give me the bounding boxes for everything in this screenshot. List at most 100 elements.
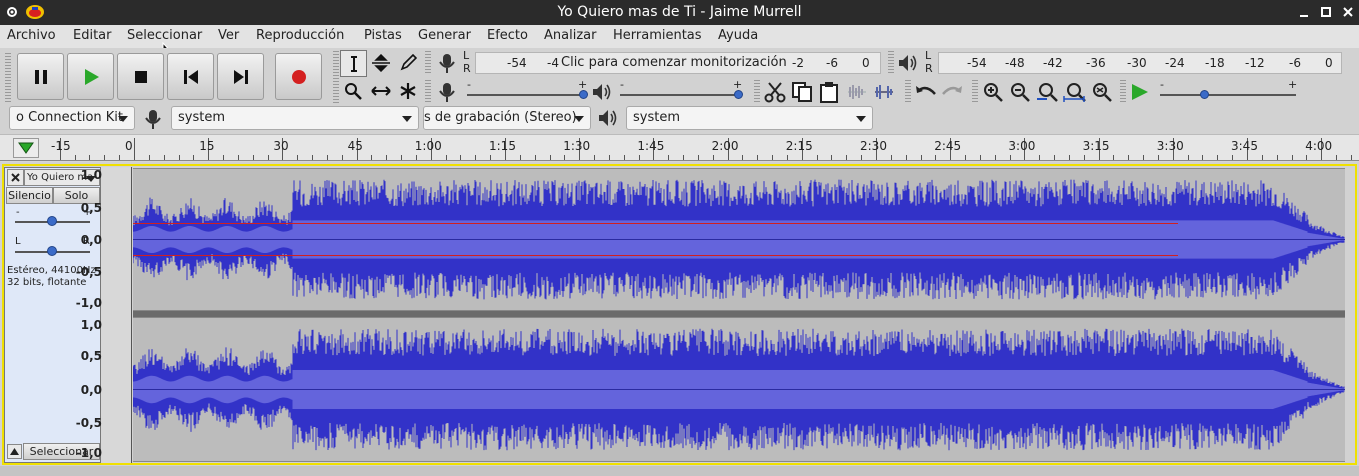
timeline-label: 45: [347, 139, 363, 153]
scissors-icon: [764, 82, 786, 103]
timeline-label: 1:15: [489, 139, 516, 153]
timeshift-tool-button[interactable]: [367, 78, 394, 105]
timeline-label: 2:30: [860, 139, 887, 153]
play-icon: [85, 69, 99, 85]
timeline-minor-tick: [668, 155, 670, 160]
toolbar-grip[interactable]: [754, 80, 760, 104]
record-icon: [292, 70, 306, 84]
timeline-minor-tick: [148, 155, 150, 160]
track-focus-border: [2, 164, 1357, 465]
recording-device-value: system: [178, 110, 225, 125]
playback-device-select[interactable]: system: [626, 106, 873, 130]
skip-end-button[interactable]: [217, 53, 264, 100]
rec-meter-tick: -6: [826, 56, 838, 70]
menu-reproduccion[interactable]: Reproducción: [256, 28, 344, 43]
menu-archivo[interactable]: Archivo: [7, 28, 56, 43]
menu-analizar[interactable]: Analizar: [544, 28, 596, 43]
menu-generar[interactable]: Generar: [418, 28, 471, 43]
playback-volume-slider[interactable]: [620, 94, 740, 96]
toolbar-grip[interactable]: [905, 80, 911, 104]
timeline-minor-tick: [623, 155, 625, 160]
fit-selection-button[interactable]: [1036, 81, 1060, 107]
envelope-tool-button[interactable]: [367, 50, 394, 77]
play-at-speed-button[interactable]: [1129, 82, 1151, 106]
menu-efecto[interactable]: Efecto: [487, 28, 528, 43]
timeline-label: 2:15: [785, 139, 813, 153]
zoom-toggle-button[interactable]: [1091, 81, 1113, 107]
toolbar-grip[interactable]: [972, 80, 978, 104]
redo-icon: [942, 86, 962, 95]
timeline-minor-tick: [920, 155, 922, 160]
speaker-icon[interactable]: [897, 53, 919, 77]
zoom-in-button[interactable]: [982, 81, 1004, 107]
audacity-window: Yo Quiero mas de Ti - Jaime Murrell Arch…: [0, 0, 1359, 476]
horizontal-scrollbar[interactable]: [0, 466, 1359, 476]
toolbar-grip[interactable]: [5, 53, 11, 102]
record-button[interactable]: [275, 53, 322, 100]
chevron-down-icon: [402, 116, 412, 122]
microphone-icon[interactable]: [437, 52, 457, 78]
timeline-minor-tick: [861, 155, 863, 160]
pin-playhead-button[interactable]: [13, 138, 39, 158]
menu-ayuda[interactable]: Ayuda: [718, 28, 758, 43]
timeline-minor-tick: [326, 155, 328, 160]
timeline-ruler[interactable]: -15 0 15 30 45 1:00 1:15 1:30 1:45 2:00 2:15 2:30 2:…: [0, 134, 1359, 161]
timeline-minor-tick: [1202, 155, 1204, 160]
record-volume-slider[interactable]: [467, 94, 585, 96]
timeline-label: -15: [51, 139, 71, 153]
toolbar-grip[interactable]: [1120, 80, 1126, 104]
pause-button[interactable]: [17, 53, 64, 100]
playback-device-speaker-icon: [597, 108, 619, 132]
menu-ver[interactable]: Ver: [218, 28, 239, 43]
timeline-minor-tick: [267, 155, 269, 160]
timeline-label: 2:00: [711, 139, 739, 153]
undo-button[interactable]: [914, 82, 938, 106]
toolbar-grip[interactable]: [425, 51, 431, 75]
toolbar-grip[interactable]: [425, 80, 431, 104]
menu-editar[interactable]: Editar: [73, 28, 112, 43]
play-meter-tick: -36: [1086, 56, 1106, 70]
recording-channels-value: s de grabación (Stereo): [424, 110, 577, 125]
multi-tool-button[interactable]: [395, 78, 422, 105]
draw-tool-button[interactable]: [395, 50, 422, 77]
timeline-label: 3:30: [1156, 139, 1184, 153]
recording-channels-select[interactable]: s de grabación (Stereo): [423, 106, 591, 130]
playback-volume-knob[interactable]: [734, 90, 743, 99]
toolbar-grip[interactable]: [888, 51, 894, 75]
magnifier-icon: [345, 83, 362, 100]
playback-speed-slider[interactable]: [1160, 94, 1296, 96]
stop-button[interactable]: [117, 53, 164, 100]
toolbar-grip[interactable]: [333, 51, 339, 103]
timeline-minor-tick: [445, 155, 447, 160]
zoom-tool-button[interactable]: [340, 78, 367, 105]
timeline-minor-tick: [697, 155, 699, 160]
record-volume-knob[interactable]: [579, 90, 588, 99]
zoom-toggle-icon: [1093, 83, 1112, 102]
menu-herramientas[interactable]: Herramientas: [613, 28, 702, 43]
chevron-down-icon: [574, 116, 584, 122]
monitoring-message[interactable]: Clic para comenzar monitorización: [561, 55, 787, 70]
timeline-minor-tick: [1350, 155, 1352, 160]
timeline-minor-tick: [1306, 155, 1308, 160]
recording-device-select[interactable]: system: [171, 106, 419, 130]
skip-start-button[interactable]: [167, 53, 214, 100]
timeline-label: 30: [273, 139, 289, 153]
redo-button[interactable]: [940, 82, 964, 106]
timeline-minor-tick: [386, 155, 388, 160]
play-button[interactable]: [67, 53, 114, 100]
fit-project-button[interactable]: [1063, 81, 1087, 107]
selection-tool-button[interactable]: [340, 50, 367, 77]
audio-host-select[interactable]: o Connection Kit: [9, 106, 135, 130]
trim-audio-icon: [848, 85, 866, 99]
maximize-icon[interactable]: [1318, 4, 1334, 20]
timeline-minor-tick: [519, 155, 521, 160]
chevron-down-icon: [856, 116, 866, 122]
menu-seleccionar[interactable]: Seleccionar: [127, 28, 202, 43]
close-icon[interactable]: [1340, 4, 1356, 20]
minimize-icon[interactable]: [1296, 4, 1312, 20]
zoom-out-button[interactable]: [1009, 81, 1031, 107]
timeline-label: 3:15: [1082, 139, 1110, 153]
playback-speed-knob[interactable]: [1200, 90, 1209, 99]
asterisk-icon: [400, 83, 416, 99]
menu-pistas[interactable]: Pistas: [364, 28, 402, 43]
